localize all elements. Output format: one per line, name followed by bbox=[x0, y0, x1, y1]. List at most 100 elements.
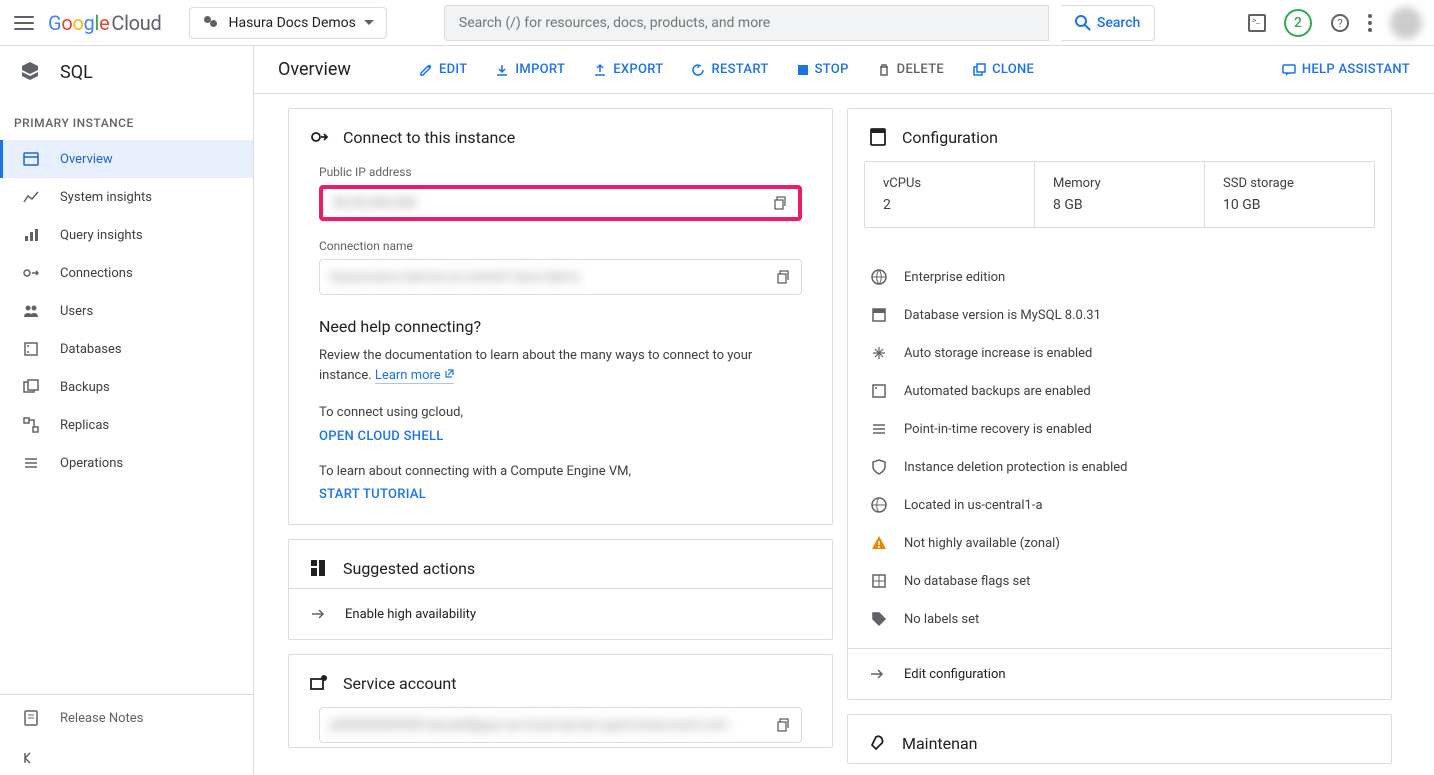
delete-button[interactable]: DELETE bbox=[877, 62, 944, 77]
sidebar-item-databases[interactable]: Databases bbox=[0, 330, 253, 368]
stop-button[interactable]: STOP bbox=[797, 62, 849, 77]
enable-ha-action[interactable]: Enable high availability bbox=[289, 588, 832, 639]
sidebar-item-connections[interactable]: Connections bbox=[0, 254, 253, 292]
config-item: Database version is MySQL 8.0.31 bbox=[848, 296, 1391, 334]
external-link-icon bbox=[444, 369, 454, 379]
gcloud-text: To connect using gcloud, bbox=[319, 403, 802, 423]
copy-conn-button[interactable] bbox=[775, 269, 791, 285]
copy-sa-button[interactable] bbox=[775, 717, 791, 733]
page-title: Overview bbox=[278, 59, 351, 80]
sidebar-item-query-insights[interactable]: Query insights bbox=[0, 216, 253, 254]
tag-icon bbox=[870, 610, 888, 628]
sidebar-item-operations[interactable]: Operations bbox=[0, 444, 253, 482]
service-account-value: p000000000000-abcdef@gcp-sa-cloud-sql.ia… bbox=[330, 718, 775, 733]
service-account-title: Service account bbox=[343, 674, 456, 693]
google-cloud-logo[interactable]: GoogleCloud bbox=[48, 11, 161, 35]
system-insights-icon bbox=[22, 188, 40, 206]
config-icon bbox=[868, 127, 888, 147]
clone-button[interactable]: CLONE bbox=[972, 62, 1034, 77]
restart-button[interactable]: RESTART bbox=[691, 62, 768, 77]
release-notes-link[interactable]: Release Notes bbox=[0, 695, 253, 741]
arrow-right-icon bbox=[309, 605, 327, 623]
suggestions-icon bbox=[309, 558, 329, 578]
operations-icon bbox=[22, 454, 40, 472]
config-item: Not highly available (zonal) bbox=[848, 524, 1391, 562]
collapse-sidebar-button[interactable] bbox=[0, 741, 253, 775]
config-item: Point-in-time recovery is enabled bbox=[848, 410, 1391, 448]
search-input-container[interactable] bbox=[444, 5, 1049, 41]
open-cloud-shell-button[interactable]: OPEN CLOUD SHELL bbox=[319, 429, 802, 444]
toolbar: Overview EDIT IMPORT EXPORT RESTART STOP… bbox=[254, 46, 1434, 94]
sidebar-item-system-insights[interactable]: System insights bbox=[0, 178, 253, 216]
import-icon bbox=[495, 63, 509, 77]
replicas-icon bbox=[22, 416, 40, 434]
shield-icon bbox=[870, 458, 888, 476]
start-tutorial-button[interactable]: START TUTORIAL bbox=[319, 487, 802, 502]
import-button[interactable]: IMPORT bbox=[495, 62, 565, 77]
user-avatar[interactable] bbox=[1390, 7, 1422, 39]
connect-title: Connect to this instance bbox=[343, 128, 515, 147]
learn-more-link[interactable]: Learn more bbox=[375, 368, 454, 384]
maintenance-card: Maintenan bbox=[847, 714, 1392, 764]
cloud-shell-icon[interactable] bbox=[1248, 14, 1266, 32]
sidebar-product[interactable]: SQL bbox=[0, 46, 253, 98]
config-item: Enterprise edition bbox=[848, 258, 1391, 296]
conn-name-label: Connection name bbox=[319, 239, 802, 253]
clone-icon bbox=[972, 63, 986, 77]
need-help-heading: Need help connecting? bbox=[319, 317, 802, 336]
config-item: Located in us-central1-a bbox=[848, 486, 1391, 524]
maintenance-title: Maintenan bbox=[902, 734, 978, 753]
query-insights-icon bbox=[22, 226, 40, 244]
databases-icon bbox=[22, 340, 40, 358]
config-stats: vCPUs2 Memory8 GB SSD storage10 GB bbox=[864, 161, 1375, 228]
service-account-field: p000000000000-abcdef@gcp-sa-cloud-sql.ia… bbox=[319, 707, 802, 743]
config-item: Auto storage increase is enabled bbox=[848, 334, 1391, 372]
overview-icon bbox=[22, 150, 40, 168]
trial-badge[interactable]: 2 bbox=[1284, 9, 1312, 37]
export-button[interactable]: EXPORT bbox=[593, 62, 663, 77]
connections-icon bbox=[22, 264, 40, 282]
public-ip-label: Public IP address bbox=[319, 165, 802, 179]
sidebar-item-backups[interactable]: Backups bbox=[0, 368, 253, 406]
config-item: Automated backups are enabled bbox=[848, 372, 1391, 410]
suggested-title: Suggested actions bbox=[343, 559, 475, 578]
conn-name-value: hasura-docs-demos:us-central1:docs-demo bbox=[330, 270, 775, 285]
help-icon[interactable]: ? bbox=[1330, 13, 1350, 33]
sidebar-item-overview[interactable]: Overview bbox=[0, 140, 253, 178]
public-ip-value: 00.00.000.000 bbox=[333, 196, 772, 211]
search-input[interactable] bbox=[459, 15, 1034, 31]
chevron-down-icon bbox=[364, 20, 374, 26]
help-assistant-button[interactable]: HELP ASSISTANT bbox=[1282, 62, 1410, 77]
service-account-card: Service account p000000000000-abcdef@gcp… bbox=[288, 654, 833, 748]
menu-icon[interactable] bbox=[12, 11, 36, 35]
edit-button[interactable]: EDIT bbox=[419, 62, 467, 77]
connect-card: Connect to this instance Public IP addre… bbox=[288, 108, 833, 525]
config-item: No database flags set bbox=[848, 562, 1391, 600]
expand-icon bbox=[870, 344, 888, 362]
restart-icon bbox=[691, 63, 705, 77]
location-icon bbox=[870, 496, 888, 514]
configuration-card: Configuration vCPUs2 Memory8 GB SSD stor… bbox=[847, 108, 1392, 700]
sidebar-item-replicas[interactable]: Replicas bbox=[0, 406, 253, 444]
project-name: Hasura Docs Demos bbox=[228, 15, 355, 31]
suggested-actions-card: Suggested actions Enable high availabili… bbox=[288, 539, 833, 640]
edit-configuration-button[interactable]: Edit configuration bbox=[848, 648, 1391, 699]
sidebar-item-users[interactable]: Users bbox=[0, 292, 253, 330]
release-notes-icon bbox=[22, 709, 40, 727]
help-text: Review the documentation to learn about … bbox=[319, 346, 802, 385]
connect-icon bbox=[309, 127, 329, 147]
trash-icon bbox=[877, 63, 891, 77]
service-account-icon bbox=[309, 673, 329, 693]
search-button[interactable]: Search bbox=[1061, 5, 1155, 41]
collapse-icon bbox=[22, 751, 36, 765]
more-icon[interactable] bbox=[1368, 14, 1372, 32]
config-item: Instance deletion protection is enabled bbox=[848, 448, 1391, 486]
list-icon bbox=[870, 420, 888, 438]
grid-icon bbox=[870, 572, 888, 590]
maintenance-icon bbox=[868, 733, 888, 753]
globe-icon bbox=[870, 268, 888, 286]
pencil-icon bbox=[419, 63, 433, 77]
project-picker[interactable]: Hasura Docs Demos bbox=[189, 7, 386, 39]
export-icon bbox=[593, 63, 607, 77]
copy-ip-button[interactable] bbox=[772, 195, 788, 211]
